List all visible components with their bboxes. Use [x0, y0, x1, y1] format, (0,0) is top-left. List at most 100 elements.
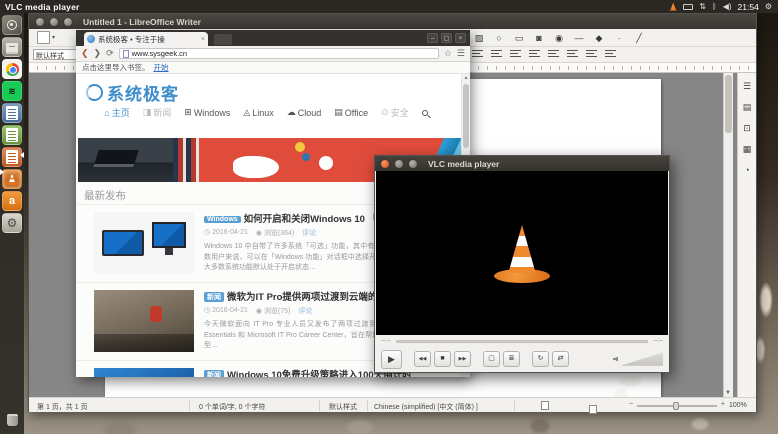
- align-right-button[interactable]: [510, 49, 522, 60]
- writer-titlebar[interactable]: Untitled 1 - LibreOffice Writer: [29, 14, 756, 29]
- forward-button[interactable]: ❯: [94, 49, 102, 58]
- shape-symbol-icon[interactable]: ◉: [552, 33, 566, 44]
- launcher-item-vlc[interactable]: [2, 169, 22, 189]
- sidebar-gallery-icon[interactable]: ▦: [743, 144, 752, 155]
- browser-minimize-button[interactable]: –: [427, 33, 438, 43]
- zoom-percent[interactable]: 100%: [729, 402, 747, 409]
- vlc-video-area[interactable]: [376, 171, 668, 335]
- writer-minimize-button[interactable]: [49, 17, 59, 27]
- language-status[interactable]: Chinese (simplified) [中文 (简体) ]: [374, 402, 478, 412]
- shape-callout-icon[interactable]: ◙: [532, 33, 546, 43]
- stop-button[interactable]: ■: [434, 351, 451, 367]
- nav-cloud[interactable]: ☁Cloud: [287, 107, 322, 118]
- article-1-badge[interactable]: Windows: [204, 216, 241, 223]
- shape-rectangle-icon[interactable]: ▭: [512, 33, 526, 44]
- random-button[interactable]: ⇄: [552, 351, 569, 367]
- address-bar[interactable]: www.sysgeek.cn: [119, 48, 439, 59]
- new-document-button[interactable]: [37, 31, 50, 44]
- book-mode-view-button[interactable]: [589, 405, 597, 414]
- vlc-close-button[interactable]: [380, 159, 390, 169]
- import-bookmarks-link[interactable]: 开始: [154, 62, 169, 73]
- nav-security[interactable]: ⊙安全: [381, 106, 409, 119]
- play-button[interactable]: ▶: [381, 350, 402, 369]
- launcher-item-files[interactable]: [2, 37, 22, 57]
- vlc-maximize-button[interactable]: [408, 159, 418, 169]
- line-tool-icon[interactable]: ―: [572, 33, 586, 43]
- article-2-badge[interactable]: 新闻: [204, 292, 224, 302]
- volume-icon[interactable]: ◀): [723, 2, 732, 11]
- writer-vertical-scrollbar[interactable]: ▼: [723, 73, 733, 397]
- nav-windows[interactable]: ⊞Windows: [184, 107, 230, 118]
- vlc-titlebar[interactable]: VLC media player: [375, 156, 669, 171]
- launcher-item-settings[interactable]: ⚙: [2, 213, 22, 233]
- previous-button[interactable]: ◀◀: [414, 351, 431, 367]
- basic-shape-icon[interactable]: ◆: [592, 33, 606, 44]
- shape-ellipse-icon[interactable]: ○: [492, 33, 506, 43]
- content-scrollbar-thumb[interactable]: [463, 84, 469, 148]
- writer-close-button[interactable]: [35, 17, 45, 27]
- launcher-item-spotify[interactable]: ≋: [2, 81, 22, 101]
- article-1-comments-link[interactable]: 评论: [302, 228, 316, 238]
- nav-news[interactable]: ◨新闻: [143, 106, 172, 119]
- article-1-thumbnail[interactable]: [94, 212, 194, 274]
- bluetooth-icon[interactable]: ᛒ: [712, 2, 717, 11]
- session-gear-icon[interactable]: ⚙: [765, 2, 772, 11]
- zoom-slider-knob[interactable]: [673, 402, 679, 410]
- shape-curve-icon[interactable]: ▧: [472, 33, 486, 44]
- network-icon[interactable]: ⇅: [699, 2, 706, 11]
- launcher-item-trash[interactable]: [2, 410, 22, 430]
- playlist-button[interactable]: ≣: [503, 351, 520, 367]
- launcher-item-calc[interactable]: [2, 125, 22, 145]
- sidebar-navigator-icon[interactable]: ◔: [744, 165, 749, 175]
- freeform-line-icon[interactable]: ╱: [632, 33, 646, 44]
- launcher-item-chrome[interactable]: [2, 59, 22, 79]
- site-brand-name[interactable]: 系统极客: [107, 80, 179, 105]
- article-2-comments-link[interactable]: 评论: [298, 306, 312, 316]
- browser-close-button[interactable]: ×: [455, 33, 466, 43]
- volume-slider[interactable]: [621, 353, 663, 366]
- new-tab-button[interactable]: [214, 34, 232, 45]
- search-icon[interactable]: [422, 110, 428, 116]
- browser-menu-icon[interactable]: ☰: [457, 49, 465, 58]
- sidebar-page-icon[interactable]: ⊡: [743, 123, 751, 134]
- point-tool-icon[interactable]: ·: [612, 33, 626, 43]
- browser-maximize-button[interactable]: ▢: [441, 33, 452, 43]
- increase-indent-button[interactable]: [567, 49, 579, 60]
- zoom-slider[interactable]: [637, 405, 717, 407]
- url-text[interactable]: www.sysgeek.cn: [132, 49, 187, 58]
- article-3-thumbnail[interactable]: [94, 368, 194, 377]
- book-view-icon[interactable]: [541, 401, 549, 410]
- fullscreen-button[interactable]: ▢: [483, 351, 500, 367]
- page-number-status[interactable]: 第 1 页，共 1 页: [37, 402, 88, 412]
- scroll-down-arrow-icon[interactable]: ▼: [725, 390, 731, 396]
- site-brand[interactable]: 系统极客: [86, 80, 179, 105]
- scrollbar-thumb[interactable]: [725, 75, 732, 133]
- scroll-up-arrow-icon[interactable]: ▲: [462, 74, 470, 83]
- bullets-button[interactable]: [605, 49, 617, 60]
- sidebar-settings-icon[interactable]: ☰: [743, 81, 751, 92]
- tab-close-icon[interactable]: ×: [201, 36, 205, 43]
- browser-tab[interactable]: 系统极客 • 专注于操 ×: [84, 32, 208, 46]
- vlc-minimize-button[interactable]: [394, 159, 404, 169]
- tab-title[interactable]: 系统极客 • 专注于操: [98, 34, 198, 45]
- decrease-indent-button[interactable]: [586, 49, 598, 60]
- line-spacing-button[interactable]: [548, 49, 560, 60]
- article-2-thumbnail[interactable]: [94, 290, 194, 352]
- nav-office[interactable]: ▤Office: [334, 107, 368, 118]
- justify-button[interactable]: [529, 49, 541, 60]
- loop-button[interactable]: ↻: [532, 351, 549, 367]
- vlc-tray-icon[interactable]: [669, 3, 677, 11]
- keyboard-indicator-icon[interactable]: [683, 4, 693, 10]
- align-center-button[interactable]: [491, 49, 503, 60]
- launcher-item-writer[interactable]: [2, 103, 22, 123]
- reload-button[interactable]: ⟳: [106, 49, 114, 58]
- seek-slider[interactable]: [396, 340, 649, 343]
- align-left-button[interactable]: [472, 49, 484, 60]
- next-button[interactable]: ▶▶: [454, 351, 471, 367]
- word-count-status[interactable]: 0 个单词/字, 0 个字符: [199, 402, 266, 412]
- writer-maximize-button[interactable]: [63, 17, 73, 27]
- nav-linux[interactable]: ◬Linux: [243, 107, 273, 118]
- launcher-item-amazon[interactable]: a: [2, 191, 22, 211]
- volume-control[interactable]: [613, 353, 663, 366]
- sidebar-properties-icon[interactable]: ▤: [743, 102, 752, 113]
